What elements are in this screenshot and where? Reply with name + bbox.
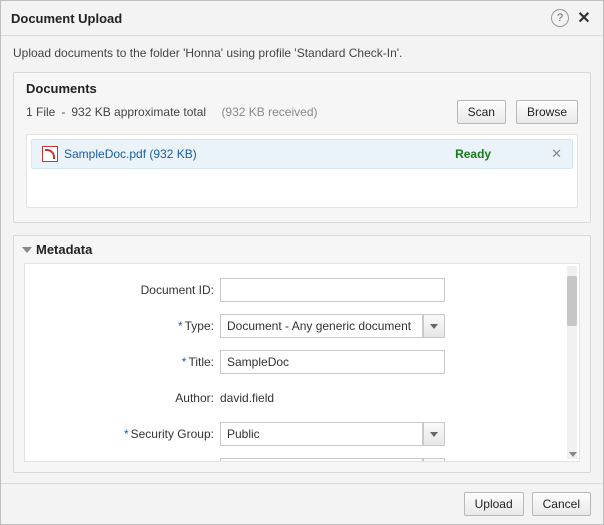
- cancel-button[interactable]: Cancel: [532, 492, 591, 516]
- help-icon[interactable]: ?: [551, 9, 569, 27]
- field-title: *Title:: [45, 350, 549, 374]
- field-author: Author: david.field: [45, 386, 549, 410]
- label-security-group: Security Group:: [131, 427, 214, 441]
- field-security-group: *Security Group:: [45, 422, 549, 446]
- combo-type[interactable]: [220, 314, 445, 338]
- upload-button[interactable]: Upload: [464, 492, 524, 516]
- field-account: Account:: [45, 458, 549, 462]
- dropdown-security-group-button[interactable]: [423, 422, 445, 446]
- file-name[interactable]: SampleDoc.pdf (932 KB): [64, 147, 197, 161]
- input-title[interactable]: [220, 350, 445, 374]
- dialog-footer: Upload Cancel: [1, 483, 603, 524]
- chevron-down-icon: [430, 432, 438, 437]
- documents-heading: Documents: [26, 81, 578, 96]
- dialog-title: Document Upload: [11, 11, 122, 26]
- separator: -: [61, 105, 65, 119]
- pdf-icon: [42, 146, 58, 162]
- dialog-subtitle: Upload documents to the folder 'Honna' u…: [1, 36, 603, 72]
- file-count: 1 File: [26, 105, 55, 119]
- field-type: *Type:: [45, 314, 549, 338]
- combo-security-group[interactable]: [220, 422, 445, 446]
- close-icon[interactable]: ✕: [575, 9, 593, 27]
- file-status: Ready: [455, 147, 491, 161]
- scroll-down-icon[interactable]: [569, 452, 577, 457]
- input-account[interactable]: [220, 458, 423, 462]
- file-row[interactable]: SampleDoc.pdf (932 KB) Ready ✕: [31, 139, 573, 169]
- scan-button[interactable]: Scan: [457, 100, 506, 124]
- label-title: Title:: [188, 355, 214, 369]
- collapse-icon: [22, 247, 32, 253]
- metadata-panel: Metadata Document ID: *Type:: [13, 235, 591, 473]
- dropdown-account-button[interactable]: [423, 458, 445, 462]
- label-type: Type:: [185, 319, 214, 333]
- metadata-heading[interactable]: Metadata: [14, 236, 590, 263]
- documents-panel: Documents 1 File - 932 KB approximate to…: [13, 72, 591, 223]
- scrollbar-thumb[interactable]: [567, 276, 577, 326]
- label-document-id: Document ID:: [141, 283, 214, 297]
- remove-file-icon[interactable]: ✕: [551, 146, 562, 162]
- metadata-form: Document ID: *Type: *Title:: [24, 263, 580, 462]
- file-size: 932 KB approximate total: [71, 105, 206, 119]
- scrollbar[interactable]: [567, 266, 577, 459]
- input-document-id[interactable]: [220, 278, 445, 302]
- input-type[interactable]: [220, 314, 423, 338]
- input-security-group[interactable]: [220, 422, 423, 446]
- field-document-id: Document ID:: [45, 278, 549, 302]
- titlebar: Document Upload ? ✕: [1, 1, 603, 36]
- label-author: Author:: [175, 391, 214, 405]
- metadata-heading-label: Metadata: [36, 242, 92, 257]
- browse-button[interactable]: Browse: [516, 100, 578, 124]
- value-author: david.field: [220, 386, 274, 410]
- received-text: (932 KB received): [221, 105, 317, 119]
- file-list: SampleDoc.pdf (932 KB) Ready ✕: [26, 134, 578, 208]
- chevron-down-icon: [430, 324, 438, 329]
- documents-stats: 1 File - 932 KB approximate total (932 K…: [26, 100, 578, 124]
- document-upload-dialog: Document Upload ? ✕ Upload documents to …: [0, 0, 604, 525]
- dropdown-type-button[interactable]: [423, 314, 445, 338]
- combo-account[interactable]: [220, 458, 445, 462]
